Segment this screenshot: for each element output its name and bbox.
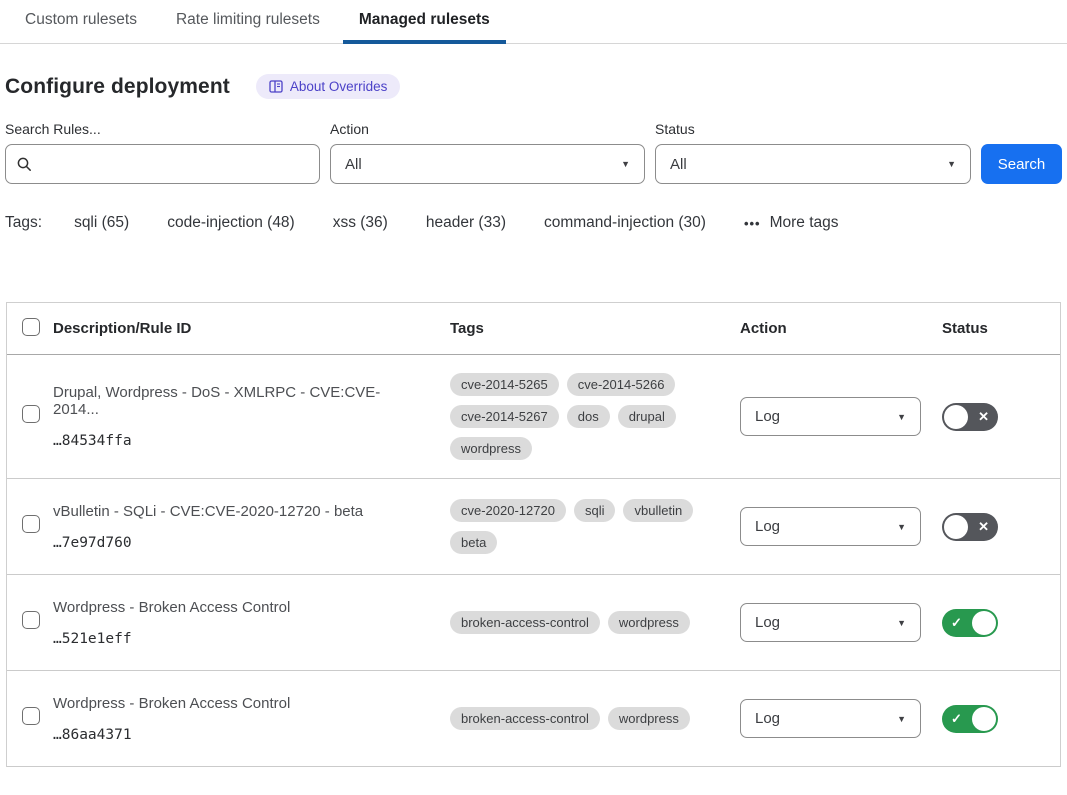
- rule-tag-pill: sqli: [574, 499, 616, 522]
- tag-filter-code-injection[interactable]: code-injection (48): [167, 214, 295, 232]
- toggle-knob: [972, 611, 996, 635]
- table-row: vBulletin - SQLi - CVE:CVE-2020-12720 - …: [7, 479, 1060, 575]
- rule-tag-pill: cve-2014-5265: [450, 373, 559, 396]
- row-action-select[interactable]: Log ▼: [740, 699, 921, 738]
- row-action-value: Log: [755, 518, 780, 535]
- row-action-select[interactable]: Log ▼: [740, 603, 921, 642]
- chevron-down-icon: ▼: [621, 159, 630, 169]
- chevron-down-icon: ▼: [897, 618, 906, 628]
- rule-tags: broken-access-control wordpress: [450, 611, 740, 634]
- column-header-status: Status: [942, 320, 1060, 337]
- row-action-select[interactable]: Log ▼: [740, 397, 921, 436]
- rule-tag-pill: drupal: [618, 405, 676, 428]
- more-tags-label: More tags: [770, 214, 839, 232]
- about-overrides-link[interactable]: About Overrides: [256, 74, 401, 99]
- rule-tag-pill: beta: [450, 531, 497, 554]
- column-header-action: Action: [740, 320, 942, 337]
- ellipsis-icon: •••: [744, 216, 761, 231]
- rule-description: vBulletin - SQLi - CVE:CVE-2020-12720 - …: [53, 503, 426, 520]
- row-checkbox[interactable]: [22, 405, 40, 423]
- table-row: Wordpress - Broken Access Control …86aa4…: [7, 671, 1060, 767]
- rule-tag-pill: broken-access-control: [450, 611, 600, 634]
- about-overrides-label: About Overrides: [290, 79, 388, 94]
- tab-custom-rulesets[interactable]: Custom rulesets: [9, 0, 153, 44]
- tab-managed-rulesets[interactable]: Managed rulesets: [343, 0, 506, 44]
- rule-tag-pill: cve-2014-5266: [567, 373, 676, 396]
- rule-tag-pill: cve-2014-5267: [450, 405, 559, 428]
- rule-description: Drupal, Wordpress - DoS - XMLRPC - CVE:C…: [53, 384, 426, 418]
- rule-id: …84534ffa: [53, 433, 426, 449]
- check-icon: ✓: [951, 711, 962, 727]
- column-header-tags: Tags: [450, 320, 740, 337]
- status-toggle[interactable]: ✓: [942, 705, 998, 733]
- row-action-value: Log: [755, 408, 780, 425]
- status-toggle[interactable]: ✕: [942, 403, 998, 431]
- search-rules-input[interactable]: [40, 156, 309, 173]
- search-rules-label: Search Rules...: [5, 121, 320, 137]
- row-checkbox[interactable]: [22, 515, 40, 533]
- row-checkbox[interactable]: [22, 707, 40, 725]
- row-action-select[interactable]: Log ▼: [740, 507, 921, 546]
- status-filter-value: All: [670, 156, 687, 173]
- table-row: Wordpress - Broken Access Control …521e1…: [7, 575, 1060, 671]
- rule-description: Wordpress - Broken Access Control: [53, 599, 426, 616]
- book-icon: [269, 80, 283, 93]
- chevron-down-icon: ▼: [897, 412, 906, 422]
- toggle-knob: [972, 707, 996, 731]
- rule-tags: cve-2014-5265 cve-2014-5266 cve-2014-5267 d…: [450, 373, 740, 460]
- tags-bar-label: Tags:: [5, 214, 42, 232]
- status-filter-select[interactable]: All ▼: [655, 144, 971, 184]
- ruleset-tabbar: Custom rulesets Rate limiting rulesets M…: [0, 0, 1067, 44]
- row-checkbox[interactable]: [22, 611, 40, 629]
- tab-rate-limiting-rulesets[interactable]: Rate limiting rulesets: [160, 0, 336, 44]
- action-filter-value: All: [345, 156, 362, 173]
- rule-id: …86aa4371: [53, 727, 426, 743]
- chevron-down-icon: ▼: [897, 522, 906, 532]
- rule-tag-pill: wordpress: [450, 437, 532, 460]
- rule-tag-pill: cve-2020-12720: [450, 499, 566, 522]
- tags-bar: Tags: sqli (65) code-injection (48) xss …: [5, 214, 1062, 232]
- tag-filter-header[interactable]: header (33): [426, 214, 506, 232]
- rule-id: …7e97d760: [53, 535, 426, 551]
- tag-filter-xss[interactable]: xss (36): [333, 214, 388, 232]
- rule-tags: cve-2020-12720 sqli vbulletin beta: [450, 499, 740, 554]
- action-filter-select[interactable]: All ▼: [330, 144, 645, 184]
- table-body: Drupal, Wordpress - DoS - XMLRPC - CVE:C…: [7, 355, 1060, 767]
- search-rules-box: [5, 144, 320, 184]
- action-filter-label: Action: [330, 121, 645, 137]
- rule-tag-pill: broken-access-control: [450, 707, 600, 730]
- tag-filter-command-injection[interactable]: command-injection (30): [544, 214, 706, 232]
- rules-table: Description/Rule ID Tags Action Status D…: [6, 302, 1061, 767]
- x-icon: ✕: [978, 409, 989, 425]
- table-header-row: Description/Rule ID Tags Action Status: [7, 303, 1060, 355]
- check-icon: ✓: [951, 615, 962, 631]
- more-tags-button[interactable]: ••• More tags: [744, 214, 839, 232]
- rule-tag-pill: vbulletin: [623, 499, 693, 522]
- row-action-value: Log: [755, 614, 780, 631]
- page-header: Configure deployment About Overrides: [5, 74, 1067, 99]
- search-icon: [16, 156, 32, 172]
- chevron-down-icon: ▼: [897, 714, 906, 724]
- rule-tag-pill: wordpress: [608, 611, 690, 634]
- column-header-description: Description/Rule ID: [53, 320, 450, 337]
- toggle-knob: [944, 515, 968, 539]
- rule-description: Wordpress - Broken Access Control: [53, 695, 426, 712]
- x-icon: ✕: [978, 519, 989, 535]
- filter-bar: Search Rules... Action All ▼ Status All …: [5, 121, 1062, 184]
- rule-tag-pill: wordpress: [608, 707, 690, 730]
- table-row: Drupal, Wordpress - DoS - XMLRPC - CVE:C…: [7, 355, 1060, 479]
- rule-tags: broken-access-control wordpress: [450, 707, 740, 730]
- toggle-knob: [944, 405, 968, 429]
- rule-tag-pill: dos: [567, 405, 610, 428]
- search-button[interactable]: Search: [981, 144, 1062, 184]
- rule-id: …521e1eff: [53, 631, 426, 647]
- page-title: Configure deployment: [5, 75, 230, 99]
- select-all-checkbox[interactable]: [22, 318, 40, 336]
- tag-filter-sqli[interactable]: sqli (65): [74, 214, 129, 232]
- chevron-down-icon: ▼: [947, 159, 956, 169]
- status-toggle[interactable]: ✓: [942, 609, 998, 637]
- status-filter-label: Status: [655, 121, 971, 137]
- row-action-value: Log: [755, 710, 780, 727]
- status-toggle[interactable]: ✕: [942, 513, 998, 541]
